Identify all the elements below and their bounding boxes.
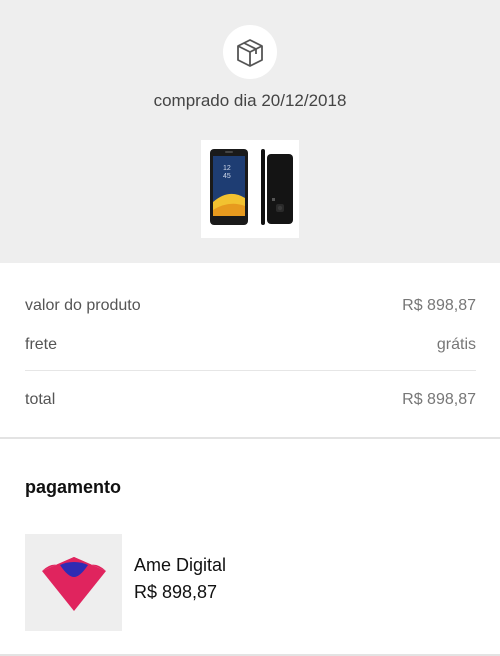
- purchase-date: comprado dia 20/12/2018: [153, 91, 347, 110]
- product-value-label: valor do produto: [25, 297, 141, 314]
- payment-method-name: Ame Digital: [134, 555, 227, 575]
- product-image[interactable]: 12 45: [201, 140, 299, 238]
- total-row: total R$ 898,87: [25, 388, 476, 412]
- product-value: R$ 898,87: [402, 297, 476, 314]
- svg-text:12: 12: [223, 165, 231, 172]
- shipping-value: grátis: [436, 336, 476, 353]
- payment-amount: R$ 898,87: [134, 582, 218, 602]
- ame-digital-logo-icon: [41, 556, 106, 611]
- total-label: total: [25, 391, 56, 408]
- shipping-row: frete grátis: [25, 333, 476, 357]
- package-box-icon: [237, 39, 263, 67]
- order-header: comprado dia 20/12/2018 12 45: [0, 0, 500, 263]
- order-summary: valor do produto R$ 898,87 frete grátis …: [0, 263, 500, 439]
- shipping-label: frete: [25, 336, 58, 353]
- payment-method-logo: [25, 534, 122, 631]
- svg-text:45: 45: [223, 173, 231, 180]
- total-value: R$ 898,87: [402, 391, 476, 408]
- payment-title: pagamento: [25, 477, 122, 497]
- product-value-row: valor do produto R$ 898,87: [25, 294, 476, 318]
- summary-divider: [25, 370, 476, 371]
- package-icon-badge: [223, 25, 277, 79]
